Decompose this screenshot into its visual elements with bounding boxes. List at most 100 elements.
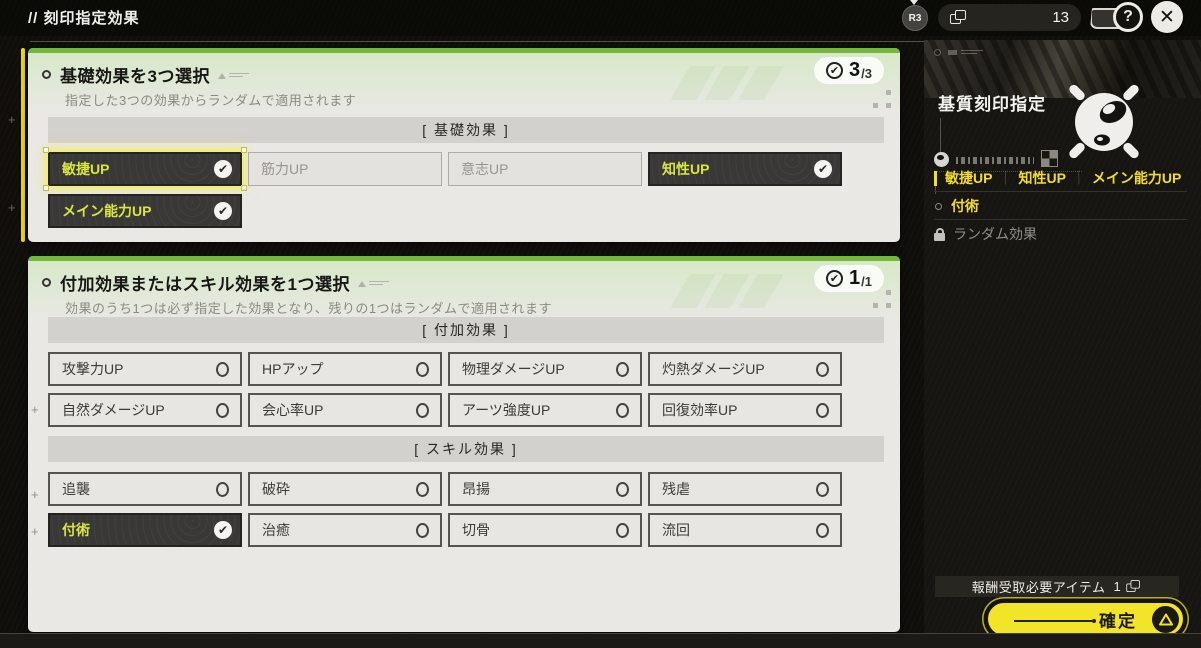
option-button-enchant[interactable]: 付術 ✔ <box>48 513 242 547</box>
option-button-attack-up[interactable]: 攻撃力UP <box>48 352 242 386</box>
confirm-line-decoration <box>1014 620 1092 622</box>
radio-circle-icon <box>616 403 629 418</box>
option-label: 自然ダメージUP <box>62 400 165 420</box>
option-label: 破砕 <box>262 479 290 499</box>
radio-circle-icon <box>816 403 829 418</box>
selected-effect: メイン能力UP <box>1092 168 1181 188</box>
check-icon: ✔ <box>814 160 832 178</box>
option-button-intellect-up[interactable]: 知性UP ✔ <box>648 152 842 186</box>
option-button-hp-up[interactable]: HPアップ <box>248 352 442 386</box>
radio-circle-icon <box>216 482 229 497</box>
option-label: 物理ダメージUP <box>462 359 565 379</box>
radio-circle-icon <box>416 482 429 497</box>
selected-effect: 知性UP <box>1018 168 1065 188</box>
separator: ｜ <box>1072 168 1086 188</box>
option-button-agility-up[interactable]: 敏捷UP ✔ <box>48 152 242 186</box>
option-label: 治癒 <box>262 520 290 540</box>
radio-circle-icon <box>816 523 829 538</box>
confirm-button[interactable]: 確定 <box>986 601 1185 637</box>
check-icon: ✔ <box>214 160 232 178</box>
option-button-main-stat-up[interactable]: メイン能力UP ✔ <box>48 194 242 228</box>
panel-description: 指定した3つの効果からランダムで適用されます <box>65 90 356 109</box>
bottom-strip <box>0 633 1201 648</box>
option-button-will-up[interactable]: 意志UP <box>448 152 642 186</box>
summary-sidebar: 基質刻印指定 敏捷UP ｜ 知性UP ｜ メイン能力UP 付術 <box>924 40 1201 648</box>
imprint-item-icon <box>1126 580 1140 593</box>
panel-title: 基礎効果を3つ選択 <box>60 62 210 87</box>
panel-bullet-icon <box>42 278 51 287</box>
sidebar-divider <box>934 191 1187 192</box>
sidebar-line-decoration <box>940 118 941 152</box>
option-button-physical-dmg-up[interactable]: 物理ダメージUP <box>448 352 642 386</box>
dots-decoration <box>873 290 893 310</box>
option-button-crit-rate-up[interactable]: 会心率UP <box>248 393 442 427</box>
option-button-arts-strength-up[interactable]: アーツ強度UP <box>448 393 642 427</box>
radio-circle-icon <box>416 523 429 538</box>
separator: ｜ <box>998 168 1012 188</box>
selected-effect: 付術 <box>951 196 979 216</box>
imprint-item-icon <box>950 10 967 25</box>
item-count: 13 <box>1052 9 1069 26</box>
sidebar-top-decoration <box>934 49 1014 57</box>
section-header-basic: [ 基礎効果 ] <box>48 117 884 143</box>
check-icon: ✔ <box>214 521 232 539</box>
circle-bullet-icon <box>935 203 942 210</box>
option-label: 会心率UP <box>262 400 323 420</box>
section-header-additional: [ 付加効果 ] <box>48 317 884 343</box>
option-button-bone-cut[interactable]: 切骨 <box>448 513 642 547</box>
reward-count: 1 <box>1113 579 1121 594</box>
matrix-creature-icon <box>1062 80 1146 164</box>
option-button-exaltation[interactable]: 昂揚 <box>448 472 642 506</box>
sidebar-title: 基質刻印指定 <box>938 90 1046 115</box>
option-label: 回復効率UP <box>662 400 737 420</box>
random-effect-label: ランダム効果 <box>953 224 1037 244</box>
option-label: HPアップ <box>262 359 323 379</box>
option-button-shatter[interactable]: 破砕 <box>248 472 442 506</box>
option-button-flow-return[interactable]: 流回 <box>648 513 842 547</box>
section-header-skill: [ スキル効果 ] <box>48 436 884 462</box>
dots-decoration <box>873 90 893 110</box>
item-counter[interactable]: 13 <box>938 4 1081 31</box>
page-title: // 刻印指定効果 <box>28 0 140 36</box>
radio-circle-icon <box>216 362 229 377</box>
option-button-nature-dmg-up[interactable]: 自然ダメージUP <box>48 393 242 427</box>
radio-circle-icon <box>616 482 629 497</box>
option-button-healing-up[interactable]: 回復効率UP <box>648 393 842 427</box>
selection-counter: ✔ 3 /3 <box>814 57 884 84</box>
help-button[interactable]: ? <box>1113 2 1143 32</box>
option-button-pursuit[interactable]: 追襲 <box>48 472 242 506</box>
radio-circle-icon <box>816 482 829 497</box>
option-label: 筋力UP <box>261 159 308 179</box>
option-label: 意志UP <box>461 159 508 179</box>
barcode-decoration <box>956 157 1034 164</box>
panel-title: 付加効果またはスキル効果を1つ選択 <box>60 270 350 295</box>
selected-effect: 敏捷UP <box>945 168 992 188</box>
r3-shortcut-button[interactable]: R3 <box>902 5 928 31</box>
close-button[interactable]: ✕ <box>1151 1 1183 33</box>
header-watermark <box>680 274 770 308</box>
option-button-cruelty[interactable]: 残虐 <box>648 472 842 506</box>
option-button-heal[interactable]: 治癒 <box>248 513 442 547</box>
check-icon: ✔ <box>214 202 232 220</box>
triangle-button-icon <box>1152 606 1179 633</box>
option-label: 流回 <box>662 520 690 540</box>
count-total: /1 <box>861 274 872 289</box>
plus-decoration: + <box>31 524 39 539</box>
plus-decoration: + <box>8 112 16 127</box>
yellow-marker <box>934 171 937 186</box>
tick-decoration <box>935 186 936 194</box>
option-button-strength-up[interactable]: 筋力UP <box>248 152 442 186</box>
check-circle-icon: ✔ <box>826 270 843 287</box>
option-label: 昂揚 <box>462 479 490 499</box>
option-label: 残虐 <box>662 479 690 499</box>
lock-icon <box>934 228 945 241</box>
option-button-heat-dmg-up[interactable]: 灼熱ダメージUP <box>648 352 842 386</box>
option-label: アーツ強度UP <box>462 400 550 420</box>
qr-decoration <box>1042 151 1057 166</box>
count-current: 3 <box>849 59 860 82</box>
title-decoration <box>218 70 252 80</box>
radio-circle-icon <box>416 362 429 377</box>
radio-circle-icon <box>616 523 629 538</box>
radio-circle-icon <box>216 403 229 418</box>
count-total: /3 <box>861 66 872 81</box>
